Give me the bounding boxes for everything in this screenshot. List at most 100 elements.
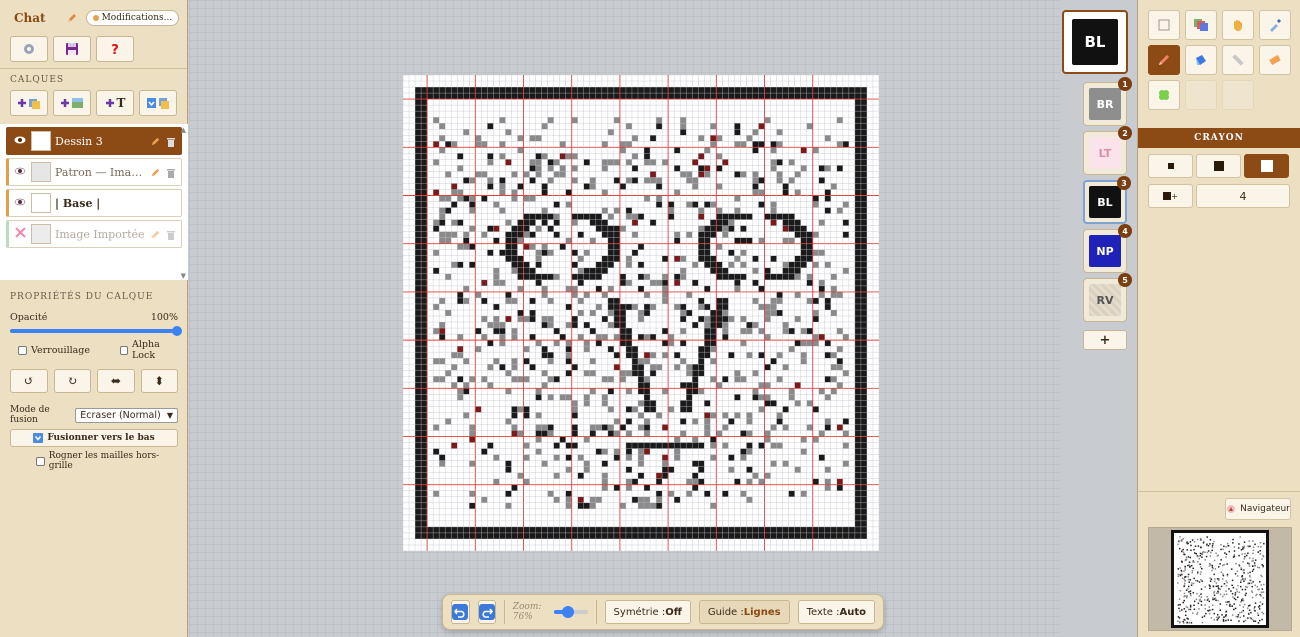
ruler-icon [1232,54,1244,66]
brush-size-row [1138,148,1300,178]
rotate-left-button[interactable]: ↺ [10,369,48,393]
navigator-button[interactable]: Navigateur [1225,498,1291,520]
custom-size-button[interactable]: + [1148,184,1193,208]
divider [1138,491,1300,492]
hidden-x-icon[interactable] [13,227,27,241]
guide-toggle[interactable]: Guide : Lignes [698,600,790,624]
pencil-tool-button[interactable] [1148,45,1180,75]
current-color-swatch[interactable]: BL [1062,10,1128,74]
opacity-row: Opacité 100% [0,312,188,323]
custom-size-value[interactable]: 4 [1196,184,1290,208]
divider [0,68,187,69]
palette-color-4[interactable]: NP 4 [1083,224,1132,273]
canvas-area[interactable] [189,0,1060,637]
custom-size-row: + 4 [1138,178,1300,208]
eye-icon[interactable] [13,167,27,178]
add-image-icon [61,98,83,108]
status-dot-icon [92,15,99,21]
palette-color-2[interactable]: LT 2 [1083,126,1132,175]
hand-tool-button[interactable] [1222,10,1254,40]
scroll-up-icon[interactable]: ▲ [181,126,186,134]
redo-button[interactable] [477,600,497,624]
fill-tool-button[interactable] [1185,45,1217,75]
palette-color-5[interactable]: RV 5 [1083,273,1132,322]
blend-mode-select[interactable]: Ecraser (Normal) ▼ [75,407,178,423]
eye-icon[interactable] [13,198,27,209]
magic-tool-button[interactable] [1148,80,1180,110]
add-drawing-layer-button[interactable] [10,90,48,116]
rotate-right-button[interactable]: ↻ [53,369,91,393]
eyedropper-icon [1270,19,1281,32]
merge-layers-button[interactable] [139,90,177,116]
rotate-right-icon: ↻ [67,374,78,388]
layers-tool-button[interactable] [1185,10,1217,40]
pattern-grid[interactable] [403,75,879,551]
color-code: BR [1089,88,1121,120]
color-number-badge: 3 [1117,176,1131,190]
opacity-slider[interactable] [10,326,182,336]
color-number-badge: 2 [1118,126,1132,140]
rename-pencil-icon[interactable] [66,12,78,24]
flip-horizontal-button[interactable]: ⬌ [97,369,135,393]
add-image-layer-button[interactable] [53,90,91,116]
eraser-tool-button[interactable] [1259,45,1291,75]
add-color-button[interactable]: + [1083,330,1127,350]
edit-pencil-icon[interactable] [149,228,161,240]
zoom-slider[interactable] [553,606,588,618]
brush-size-large-button[interactable] [1244,154,1289,178]
layer-item-image-importee[interactable]: Image Importée [6,220,182,248]
alpha-lock-checkbox[interactable]: Alpha Lock [120,339,178,361]
ruler-tool-button[interactable] [1222,45,1254,75]
eye-icon[interactable] [13,136,27,147]
layer-item-dessin-3[interactable]: Dessin 3 [6,127,182,155]
merge-down-icon [33,433,44,443]
save-button[interactable] [53,36,91,62]
palette-color-1[interactable]: BR 1 [1083,77,1132,126]
square-plus-icon [1163,192,1172,200]
undo-button[interactable] [451,600,470,624]
blend-label: Mode de fusion [10,405,50,425]
text-toggle[interactable]: Texte : Auto [797,600,876,624]
help-button[interactable]: ? [96,36,134,62]
brush-size-medium-button[interactable] [1196,154,1241,178]
edit-pencil-icon[interactable] [149,135,161,147]
layer-item-patron[interactable]: Patron — Imag... [6,158,182,186]
navigator-preview[interactable] [1148,527,1292,631]
flip-horizontal-icon: ⬌ [110,374,121,388]
scroll-down-icon[interactable]: ▼ [181,272,186,280]
select-tool-button[interactable] [1148,10,1180,40]
eyedropper-tool-button[interactable] [1259,10,1291,40]
bottom-toolbar: Zoom: 76% Symétrie : Off Guide : Lignes Te… [442,594,884,630]
flip-vertical-button[interactable]: ⬍ [140,369,178,393]
file-actions: ? [0,36,187,62]
chevron-down-icon: ▼ [166,410,173,420]
layer-thumbnail [31,131,51,151]
crop-row: Rogner les mailles hors-grille [0,451,188,471]
trash-icon[interactable] [165,135,177,147]
merge-down-button[interactable]: Fusionner vers le bas [10,429,178,447]
brush-size-small-button[interactable] [1148,154,1193,178]
current-color: BL [1072,19,1118,65]
properties-label: PROPRIÉTÉS DU CALQUE [10,292,154,302]
palette-color-3[interactable]: BL 3 [1083,176,1131,224]
trash-icon[interactable] [165,166,177,178]
tool-name-header: CRAYON [1138,128,1300,148]
project-header: Chat Modifications... [0,0,187,36]
undo-icon [452,604,469,620]
add-text-layer-button[interactable]: T [96,90,134,116]
pattern-canvas[interactable] [403,75,879,551]
blend-row: Mode de fusion Ecraser (Normal) ▼ [0,405,188,425]
settings-button[interactable] [10,36,48,62]
project-title[interactable]: Chat [14,11,46,25]
status-text: Modifications... [101,13,173,23]
crop-checkbox[interactable]: Rogner les mailles hors-grille [36,451,178,471]
color-code: RV [1089,284,1121,316]
navigator-thumbnail [1171,530,1269,628]
trash-icon[interactable] [165,228,177,240]
redo-icon [478,604,495,620]
edit-pencil-icon[interactable] [149,166,161,178]
lock-checkbox[interactable]: Verrouillage [18,339,90,361]
symmetry-toggle[interactable]: Symétrie : Off [604,600,691,624]
layer-name: Image Importée [55,227,145,241]
layer-item-base[interactable]: | Base | [6,189,182,217]
